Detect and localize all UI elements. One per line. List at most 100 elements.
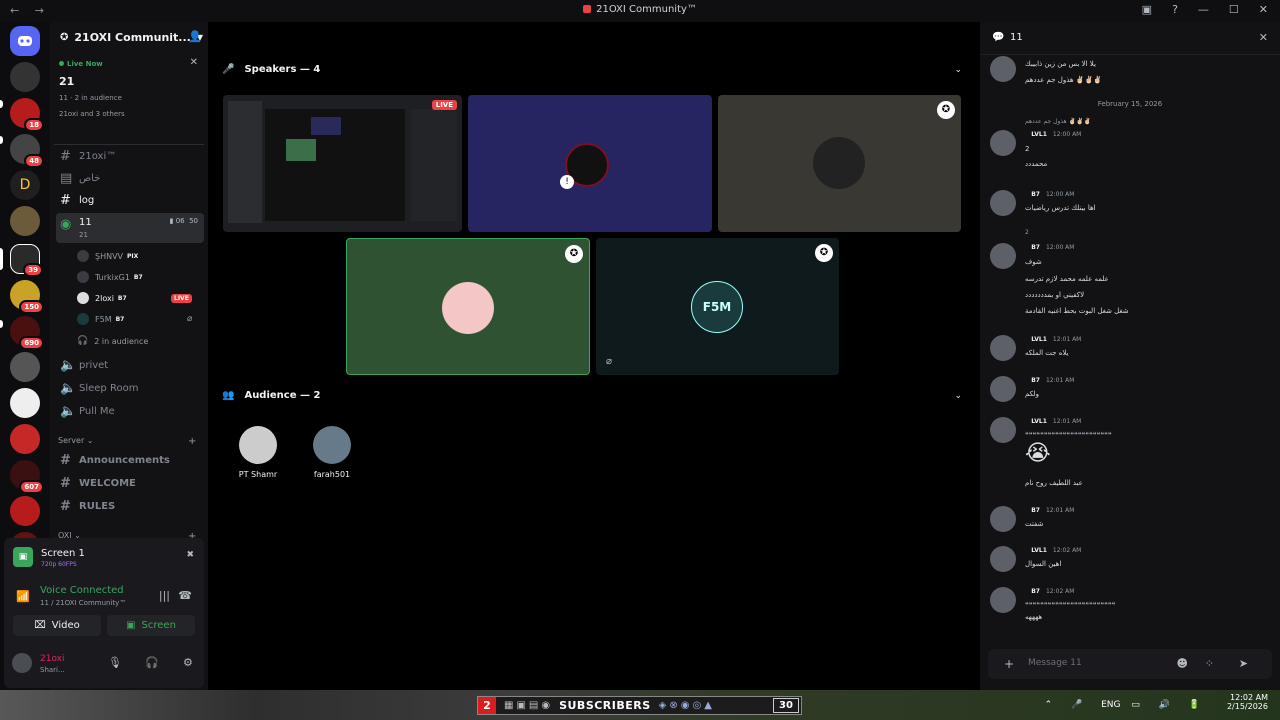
server-header[interactable]: ✪ 21OXI Communit... ▼ 👤 xyxy=(50,22,208,52)
system-tray-icons[interactable]: ⌃ 🎤 ENG ▭ 🔊 🔋 xyxy=(1045,700,1208,710)
live-stage-card[interactable]: Live Now ✕ 21 11 · 2 in audience 21oxi a… xyxy=(54,55,204,145)
people-icon: 👥 xyxy=(222,390,235,401)
voice-channel-privet[interactable]: 🔈 privet xyxy=(56,355,204,375)
server-icon[interactable] xyxy=(10,388,40,418)
live-audience-count: 11 · 2 in audience xyxy=(59,94,122,102)
channel-private[interactable]: ▤ خاص xyxy=(56,168,204,188)
server-icon[interactable]: 690 xyxy=(10,316,44,350)
channel-user-count: ▮ 06 50 xyxy=(169,217,198,225)
avatar[interactable] xyxy=(990,417,1016,443)
channel-announcements[interactable]: # Announcements xyxy=(56,450,204,470)
taskbar-app-icons[interactable]: ▦▣▤◉ xyxy=(504,700,553,711)
minimize-button[interactable]: — xyxy=(1198,3,1209,16)
stop-streaming-icon[interactable]: ✖ xyxy=(186,550,194,560)
system-clock[interactable]: 12:02 AM 2/15/2026 xyxy=(1227,693,1268,711)
inbox-icon[interactable]: ▣ xyxy=(1142,3,1152,16)
server-icon[interactable]: 18 xyxy=(10,98,44,132)
category-server[interactable]: Server ⌄ + xyxy=(58,436,208,447)
channel-welcome[interactable]: # WELCOME xyxy=(56,473,204,493)
audience-member[interactable]: farah501 xyxy=(304,426,360,479)
muted-icon: ⌀ xyxy=(187,314,193,324)
server-icon[interactable] xyxy=(10,206,40,236)
help-icon[interactable]: ? xyxy=(1172,3,1178,16)
close-icon[interactable]: ✕ xyxy=(190,57,198,68)
settings-gear-icon[interactable]: ⚙ xyxy=(183,656,193,669)
server-icon[interactable] xyxy=(10,352,40,382)
server-icon[interactable]: 607 xyxy=(10,460,44,494)
server-name: 21OXI Communit... xyxy=(74,30,191,44)
stage-member[interactable]: 2loxi B7 LIVE xyxy=(77,289,192,307)
left-count: 2 xyxy=(478,697,496,714)
screen-button[interactable]: ▣ Screen xyxy=(107,615,195,636)
avatar xyxy=(77,313,89,325)
speaker-tile[interactable]: ✪ xyxy=(718,95,961,232)
stage-member[interactable]: ŞHNVV PIX xyxy=(77,247,138,265)
voice-channel-pull-me[interactable]: 🔈 Pull Me xyxy=(56,401,204,421)
avatar[interactable] xyxy=(990,546,1016,572)
noise-suppression-icon[interactable]: ||| xyxy=(159,589,170,602)
video-button[interactable]: ⌧ Video xyxy=(13,615,101,636)
close-button[interactable]: ✕ xyxy=(1259,3,1268,16)
avatar[interactable] xyxy=(990,130,1016,156)
avatar[interactable] xyxy=(990,56,1016,82)
stage-member[interactable]: TurkixG1 B7 xyxy=(77,268,143,286)
server-icon[interactable] xyxy=(10,424,40,454)
subscriber-overlay: 2 ▦▣▤◉ SUBSCRIBERS ◈⊗◉◎▲ 30 xyxy=(477,696,802,715)
voice-channel-sleep-room[interactable]: 🔈 Sleep Room xyxy=(56,378,204,398)
stage-audience-count[interactable]: 🎧 2 in audience xyxy=(77,332,148,350)
audience-member[interactable]: PT Shamr xyxy=(230,426,286,479)
channel-log[interactable]: # log xyxy=(56,190,204,210)
chevron-down-icon[interactable]: ⌄ xyxy=(954,65,962,75)
message-input[interactable]: Message 11 xyxy=(1028,658,1082,668)
live-now-indicator: Live Now xyxy=(59,60,103,68)
stage-icon: ◉ xyxy=(60,217,72,232)
user-panel: 21oxi Shari... 🎙 🎧 ⚙ xyxy=(12,653,202,683)
speakers-header: 🎤 Speakers — 4 xyxy=(222,64,321,75)
moderator-badge-icon: ✪ xyxy=(937,101,955,119)
server-icon[interactable] xyxy=(10,496,40,526)
channel-rules[interactable]: # RULES xyxy=(56,496,204,516)
add-friend-icon[interactable]: 👤 xyxy=(188,30,202,43)
avatar[interactable] xyxy=(990,190,1016,216)
speaker-tile-speaking[interactable]: ✪ xyxy=(346,238,590,375)
channel-21oxi[interactable]: #21oxi™ xyxy=(56,146,204,166)
avatar[interactable] xyxy=(12,653,32,673)
discord-home-icon[interactable] xyxy=(10,26,40,56)
window-title: 21OXI Community™ xyxy=(0,4,1280,15)
emoji-icon[interactable]: ☻ xyxy=(1177,657,1188,670)
server-icon[interactable]: D xyxy=(10,170,40,200)
microphone-icon[interactable]: 🎙 xyxy=(108,656,122,669)
disconnect-icon[interactable]: ☎ xyxy=(178,589,192,602)
maximize-button[interactable]: ☐ xyxy=(1229,3,1239,16)
taskbar-app-icons[interactable]: ◈⊗◉◎▲ xyxy=(659,700,715,711)
username[interactable]: 21oxi xyxy=(40,654,65,664)
apps-icon[interactable]: ⁘ xyxy=(1205,657,1214,670)
connection-icon[interactable]: 📶 xyxy=(16,590,30,603)
speaker-tile-stream[interactable]: LIVE xyxy=(223,95,462,232)
language-indicator[interactable]: ENG xyxy=(1101,700,1120,710)
voice-connected-status[interactable]: Voice Connected xyxy=(40,585,124,596)
avatar[interactable] xyxy=(990,506,1016,532)
server-icon[interactable]: 48 xyxy=(10,134,44,168)
avatar[interactable] xyxy=(990,243,1016,269)
microphone-icon: 🎤 xyxy=(222,64,235,75)
avatar[interactable] xyxy=(990,587,1016,613)
headphones-icon[interactable]: 🎧 xyxy=(145,656,159,669)
avatar[interactable] xyxy=(990,335,1016,361)
stage-member[interactable]: F5M B7 ⌀ xyxy=(77,310,192,328)
server-icon[interactable] xyxy=(10,62,40,92)
add-channel-icon[interactable]: + xyxy=(188,436,196,447)
speaker-tile[interactable]: ! xyxy=(468,95,712,232)
chevron-down-icon[interactable]: ⌄ xyxy=(954,391,962,401)
server-icon-active[interactable]: 39 xyxy=(10,244,43,277)
add-attachment-icon[interactable]: + xyxy=(1004,657,1014,671)
speaker-tile[interactable]: F5M ✪ ⌀ xyxy=(596,238,839,375)
send-icon[interactable]: ➤ xyxy=(1239,657,1248,670)
muted-icon: ! xyxy=(560,175,574,189)
server-icon[interactable]: 150 xyxy=(10,280,44,314)
voice-channel-name[interactable]: 11 / 21OXI Community™ xyxy=(40,599,126,607)
live-stage-title: 21 xyxy=(59,75,75,88)
avatar[interactable] xyxy=(990,376,1016,402)
close-icon[interactable]: ✕ xyxy=(1259,31,1268,44)
stage-channel-11[interactable]: ◉ 11 21 ▮ 06 50 xyxy=(56,213,204,243)
